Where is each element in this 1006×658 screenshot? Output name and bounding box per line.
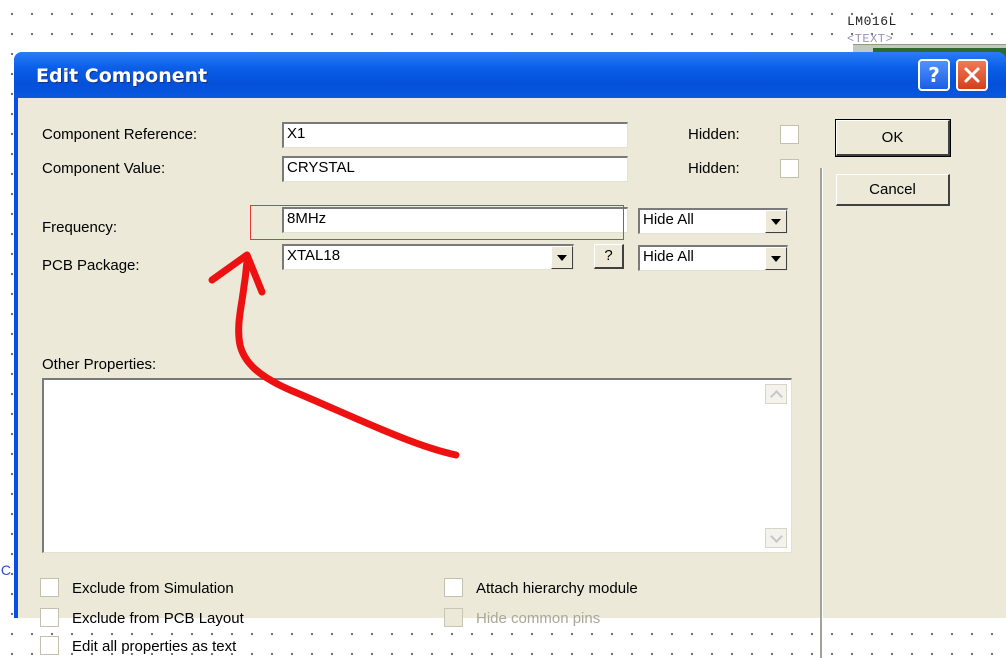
pcb-visibility-select[interactable]: Hide All xyxy=(638,245,788,271)
frequency-label: Frequency: xyxy=(42,219,118,236)
reference-hidden-checkbox[interactable] xyxy=(780,125,799,144)
component-reference-label: Component Reference: xyxy=(42,126,198,143)
help-button[interactable]: ? xyxy=(918,59,950,91)
component-value-label: Component Value: xyxy=(42,160,166,177)
edit-all-properties-label: Edit all properties as text xyxy=(72,638,237,655)
edit-all-properties-checkbox[interactable] xyxy=(40,636,59,655)
scroll-up-button[interactable] xyxy=(765,384,787,404)
frequency-visibility-select[interactable]: Hide All xyxy=(638,208,788,234)
package-help-button[interactable]: ? xyxy=(594,244,624,269)
reference-hidden-label: Hidden: xyxy=(688,126,740,143)
attach-hierarchy-label: Attach hierarchy module xyxy=(476,580,638,597)
value-hidden-checkbox[interactable] xyxy=(780,159,799,178)
component-label-lm016l: LM016L xyxy=(847,14,897,29)
component-value-field[interactable]: CRYSTAL xyxy=(282,156,628,182)
sheet-edge-glyph: IC xyxy=(0,562,11,578)
edit-component-dialog: Edit Component ? Component Reference: X1… xyxy=(14,52,1006,658)
chevron-down-icon[interactable] xyxy=(765,247,787,270)
hide-common-pins-label: Hide common pins xyxy=(476,610,601,627)
pcb-package-label: PCB Package: xyxy=(42,257,140,274)
dialog-title: Edit Component xyxy=(36,65,208,87)
button-separator xyxy=(820,168,823,658)
help-icon: ? xyxy=(928,63,940,87)
exclude-simulation-label: Exclude from Simulation xyxy=(72,580,234,597)
dialog-client-area: Component Reference: X1 Hidden: Componen… xyxy=(18,98,1006,658)
title-bar[interactable]: Edit Component ? xyxy=(14,52,1006,98)
close-button[interactable] xyxy=(956,59,988,91)
exclude-simulation-checkbox[interactable] xyxy=(40,578,59,597)
chevron-down-icon[interactable] xyxy=(551,246,573,269)
value-hidden-label: Hidden: xyxy=(688,160,740,177)
close-icon xyxy=(964,67,980,83)
scroll-down-button[interactable] xyxy=(765,528,787,548)
attach-hierarchy-checkbox[interactable] xyxy=(444,578,463,597)
component-reference-field[interactable]: X1 xyxy=(282,122,628,148)
frequency-highlight-box xyxy=(250,205,624,240)
other-properties-label: Other Properties: xyxy=(42,356,157,373)
pcb-package-select[interactable]: XTAL18 xyxy=(282,244,574,270)
other-properties-textarea[interactable] xyxy=(42,378,792,553)
chevron-down-icon[interactable] xyxy=(765,210,787,233)
ok-button[interactable]: OK xyxy=(835,119,951,157)
exclude-pcb-label: Exclude from PCB Layout xyxy=(72,610,244,627)
cancel-button[interactable]: Cancel xyxy=(836,174,950,206)
